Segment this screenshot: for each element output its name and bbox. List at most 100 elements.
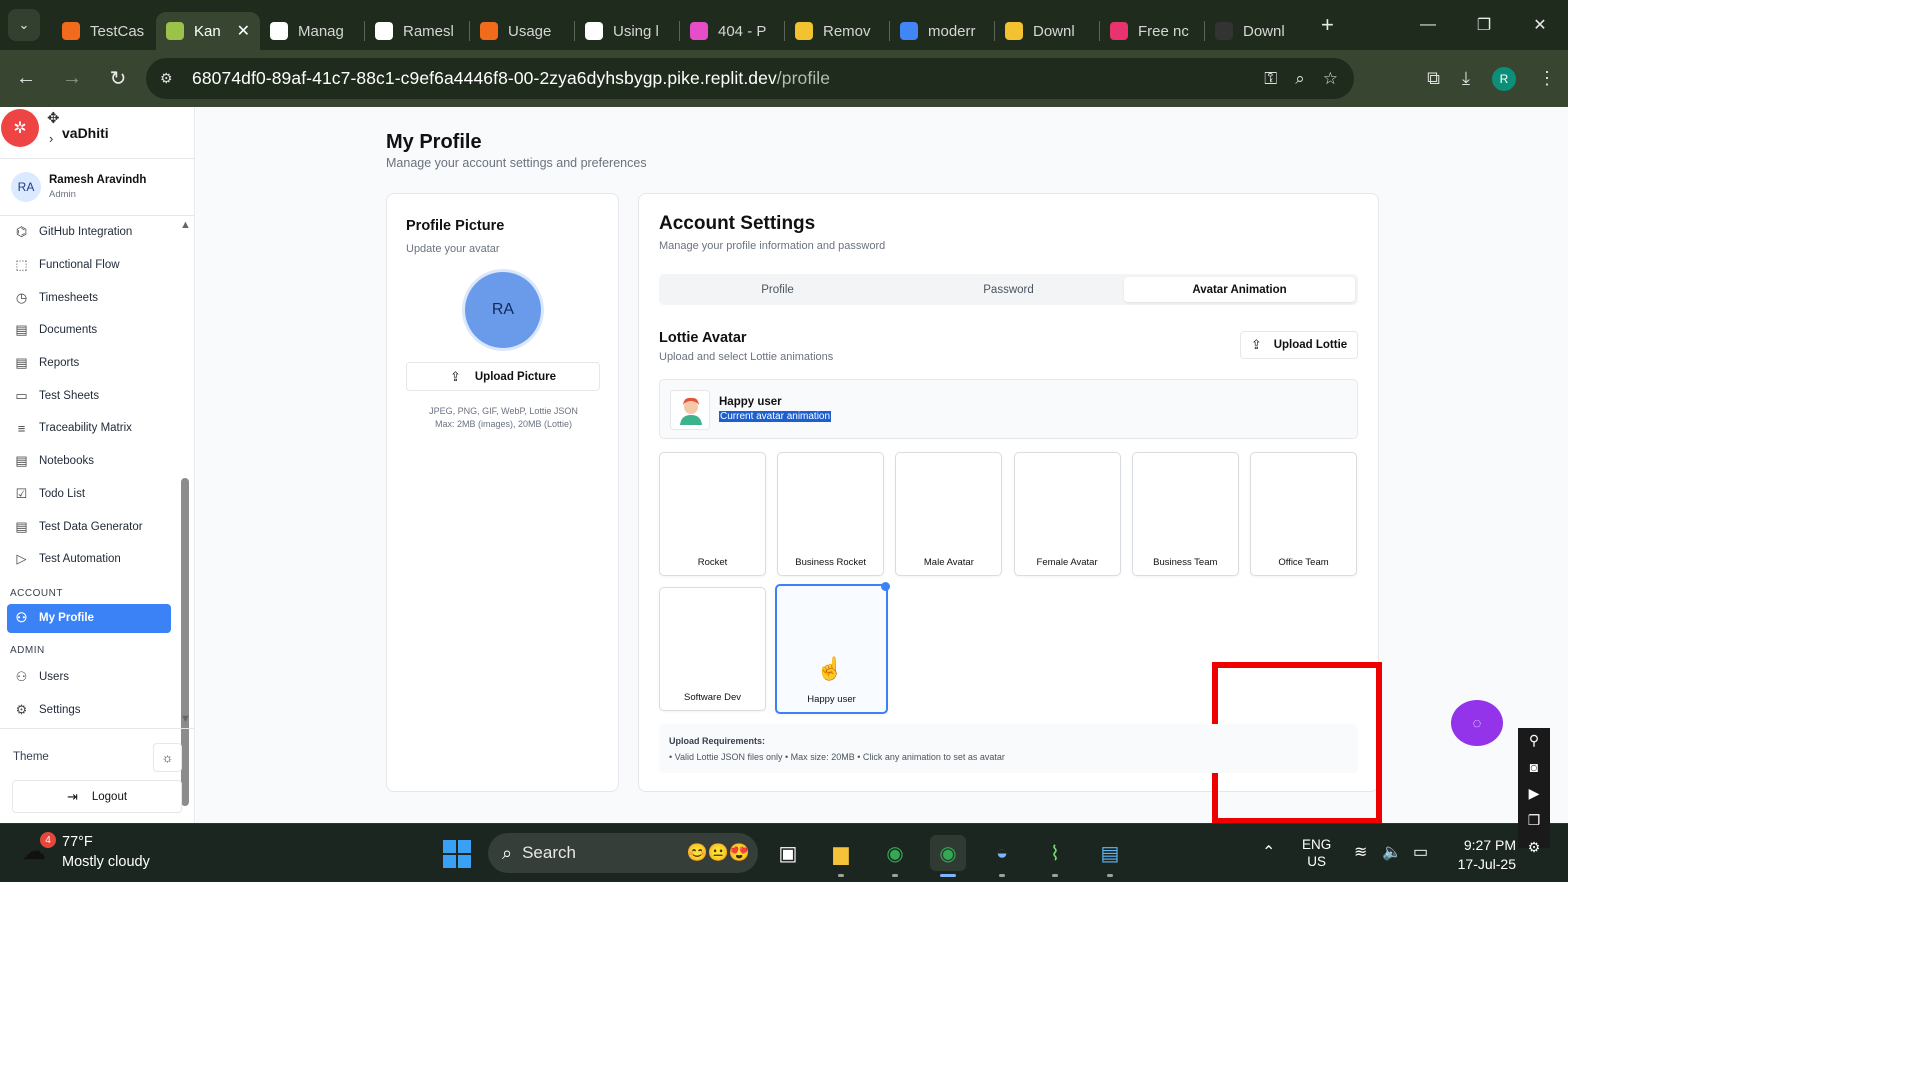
bug-report-button[interactable]: ✲ — [1, 109, 39, 147]
animation-option-business-team[interactable]: Business Team — [1131, 452, 1239, 576]
chevron-up-icon[interactable]: ⌃ — [1262, 842, 1275, 862]
start-button[interactable] — [443, 840, 471, 868]
sidebar-item-notebooks[interactable]: ▤ Notebooks — [0, 445, 178, 478]
site-info-icon[interactable]: ⚙ — [160, 70, 180, 87]
sidebar-item-test-data-generator[interactable]: ▤ Test Data Generator — [0, 510, 178, 543]
notepad-icon[interactable]: ▤ — [1092, 835, 1128, 877]
profile-picture-subtitle: Update your avatar — [406, 243, 500, 255]
browser-tab[interactable]: Remov — [785, 12, 889, 50]
upload-picture-button[interactable]: ⇪ Upload Picture — [406, 362, 600, 391]
browser-tab[interactable]: moderr — [890, 12, 994, 50]
profile-avatar[interactable]: R — [1492, 66, 1516, 91]
tab-avatar-animation[interactable]: Avatar Animation — [1124, 277, 1355, 302]
window-controls: — ❐ ✕ — [1400, 0, 1568, 50]
chrome-active-icon[interactable]: ◉ — [930, 835, 966, 877]
animation-option-business-rocket[interactable]: Business Rocket — [777, 452, 885, 576]
animation-option-male-avatar[interactable]: Male Avatar — [895, 452, 1003, 576]
sidebar-item-timesheets[interactable]: ◷ Timesheets — [0, 281, 178, 314]
weather-badge: 4 — [40, 832, 56, 848]
chevron-right-icon[interactable]: › — [49, 131, 53, 146]
close-tab-icon[interactable]: ✕ — [237, 21, 250, 41]
zoom-icon[interactable]: ⌕ — [1295, 69, 1305, 89]
tab-search-button[interactable]: ⌄ — [8, 9, 40, 41]
language-indicator[interactable]: ENG US — [1302, 836, 1331, 870]
extensions-icon[interactable]: ⧉ — [1427, 68, 1440, 89]
sidebar-item-github-integration[interactable]: ⌬ GitHub Integration — [0, 216, 178, 249]
browser-tab[interactable]: Ramesl — [365, 12, 469, 50]
close-window-button[interactable]: ✕ — [1512, 0, 1568, 50]
gear-icon[interactable]: ⚙ — [1528, 839, 1541, 856]
sidebar-item-my-profile[interactable]: ⚇ My Profile — [7, 603, 171, 633]
sidebar-item-label: Settings — [39, 703, 81, 716]
logout-button[interactable]: ⇥ Logout — [12, 780, 182, 813]
system-clock[interactable]: 9:27 PM 17-Jul-25 — [1452, 836, 1516, 874]
browser-tab[interactable]: Manag — [260, 12, 364, 50]
sidebar-item-users[interactable]: ⚇ Users — [0, 661, 178, 694]
new-tab-button[interactable]: + — [1321, 12, 1334, 38]
sidebar-item-documents[interactable]: ▤ Documents — [0, 314, 178, 347]
scroll-up-icon[interactable]: ▲ — [180, 219, 191, 231]
wifi-icon[interactable]: ≋ — [1354, 842, 1367, 862]
chrome-icon[interactable]: ◉ — [877, 835, 913, 877]
address-bar[interactable]: ⚙ 68074df0-89af-41c7-88c1-c9ef6a4446f8-0… — [146, 58, 1354, 99]
document-icon: ▤ — [15, 322, 28, 338]
sidebar-item-functional-flow[interactable]: ⬚ Functional Flow — [0, 249, 178, 282]
browser-tab[interactable]: 404 - P — [680, 12, 784, 50]
window-icon[interactable]: ❐ — [1528, 812, 1541, 829]
browser-tab[interactable]: TestCas — [52, 12, 156, 50]
animation-option-rocket[interactable]: Rocket — [659, 452, 766, 576]
restore-button[interactable]: ❐ — [1456, 0, 1512, 50]
tab-password[interactable]: Password — [893, 277, 1124, 302]
reload-button[interactable]: ↻ — [98, 59, 138, 99]
video-icon[interactable]: ▶ — [1529, 785, 1540, 802]
sidebar-item-todo-list[interactable]: ☑ Todo List — [0, 478, 178, 511]
tab-title: Kan — [194, 22, 221, 40]
task-view-icon[interactable]: ▣ — [770, 835, 806, 871]
animation-option-female-avatar[interactable]: Female Avatar — [1013, 452, 1121, 576]
sidebar-item-test-sheets[interactable]: ▭ Test Sheets — [0, 379, 178, 412]
taskbar-search[interactable]: ⌕ Search 😊😐😍 — [488, 833, 758, 873]
drawing-app-icon[interactable]: ⌇ — [1037, 835, 1073, 877]
browser-tab[interactable]: Using l — [575, 12, 679, 50]
browser-tab[interactable]: Downl — [995, 12, 1099, 50]
back-button[interactable]: ← — [6, 59, 46, 99]
sidebar-section-heading: ACCOUNT — [10, 587, 63, 599]
browser-tab[interactable]: Downl — [1205, 12, 1309, 50]
upload-picture-label: Upload Picture — [474, 370, 557, 383]
upload-lottie-button[interactable]: ⇪ Upload Lottie — [1240, 331, 1358, 359]
battery-icon[interactable]: ▭ — [1413, 842, 1428, 862]
url-text[interactable]: 68074df0-89af-41c7-88c1-c9ef6a4446f8-00-… — [192, 68, 830, 89]
animation-option-office-team[interactable]: Office Team — [1250, 452, 1357, 576]
key-icon[interactable]: ⚿ — [1264, 69, 1277, 89]
move-icon[interactable]: ✥ — [47, 109, 60, 127]
weather-condition[interactable]: Mostly cloudy — [62, 854, 150, 870]
camera-icon[interactable]: ◙ — [1530, 759, 1538, 775]
chat-button[interactable]: ◌ — [1451, 700, 1503, 746]
scroll-down-icon[interactable]: ▼ — [180, 713, 191, 725]
sidebar-item-traceability-matrix[interactable]: ≡ Traceability Matrix — [0, 412, 178, 445]
minimize-button[interactable]: — — [1400, 0, 1456, 50]
sidebar-scrollbar[interactable]: ▲ ▼ — [178, 216, 193, 806]
sidebar-item-settings[interactable]: ⚙ Settings — [0, 693, 178, 726]
star-icon[interactable]: ☆ — [1323, 69, 1338, 89]
volume-icon[interactable]: 🔈 — [1382, 842, 1402, 862]
more-menu-icon[interactable]: ⋮ — [1538, 68, 1556, 89]
pin-icon[interactable]: ⚲ — [1529, 732, 1539, 749]
forward-button[interactable]: → — [52, 59, 92, 99]
animation-option-happy-user[interactable]: Happy user ☝ — [775, 582, 890, 714]
browser-tab[interactable]: Kan ✕ — [156, 12, 260, 50]
sidebar-item-reports[interactable]: ▤ Reports — [0, 347, 178, 380]
sidebar-item-label: GitHub Integration — [39, 226, 133, 239]
checkbox-icon: ☑ — [15, 485, 28, 501]
tab-profile[interactable]: Profile — [662, 277, 893, 302]
download-icon[interactable]: ⤓ — [1462, 68, 1470, 89]
weather-temperature[interactable]: 77°F — [62, 834, 93, 850]
sidebar-item-test-automation[interactable]: ▷ Test Automation — [0, 543, 178, 576]
running-indicator — [999, 874, 1005, 877]
animation-option-software-dev[interactable]: Software Dev — [659, 587, 766, 711]
file-explorer-icon[interactable]: ▆ — [823, 835, 859, 877]
app-icon[interactable]: ◒ — [984, 835, 1020, 877]
browser-tab[interactable]: Usage — [470, 12, 574, 50]
browser-tab[interactable]: Free nc — [1100, 12, 1204, 50]
theme-toggle-button[interactable]: ☼ — [153, 743, 182, 772]
